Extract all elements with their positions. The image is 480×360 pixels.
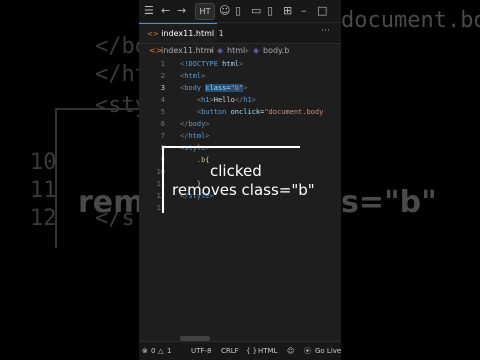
toggle-secondary-sidebar-icon[interactable]: ▯ <box>267 4 273 18</box>
more-actions-icon[interactable]: ⋯ <box>321 26 330 36</box>
encoding-indicator[interactable]: UTF-8 <box>191 342 211 360</box>
language-braces-icon: { } <box>246 347 258 355</box>
caption-line-2: removes class="b" <box>172 181 315 199</box>
tab-dirty-count: 1 <box>218 29 224 38</box>
toggle-panel-icon[interactable]: ▭ <box>251 4 261 18</box>
html-file-icon: <> <box>147 30 159 38</box>
background-left: </bo </ht <sty 10 11 12 </s rem <box>0 0 139 360</box>
breadcrumb-file[interactable]: index11.html <box>161 44 214 58</box>
maximize-icon[interactable]: □ <box>317 4 327 18</box>
line-number: 2 <box>160 72 165 80</box>
code-line: <button onclick="document.body <box>196 108 324 116</box>
code-line: </body> <box>180 120 210 128</box>
title-bar: ☰ ← → HT ☺ ▯ ▭ ▯ ⊞ – □ <box>139 0 341 23</box>
caption-line-1: clicked <box>210 162 262 180</box>
breadcrumb: <> index11.html › ◈ html › ◈ body.b <box>139 44 341 58</box>
error-icon[interactable]: ⊗ <box>142 342 148 360</box>
code-line: <body class="b"> <box>180 84 248 92</box>
command-center-search[interactable]: HT <box>195 3 215 20</box>
bg-code-style: <sty <box>95 93 139 118</box>
line-number: 5 <box>160 108 165 116</box>
toggle-sidebar-icon[interactable]: ▯ <box>235 4 241 18</box>
tab-filename: index11.html <box>161 29 215 38</box>
bg-line-10: 10 <box>30 150 57 175</box>
bg-code-body-close: </bo <box>95 34 139 59</box>
menu-icon[interactable]: ☰ <box>144 4 154 18</box>
line-number: 6 <box>160 120 165 128</box>
problems-count[interactable]: 0 <box>151 342 155 360</box>
line-number-active: 3 <box>160 84 165 92</box>
go-live-button[interactable]: Go Live <box>315 342 341 360</box>
warnings-count[interactable]: 1 <box>167 342 171 360</box>
line-number: 7 <box>160 132 165 140</box>
bg-frame-left <box>55 108 57 248</box>
warning-icon[interactable]: △ <box>158 342 163 360</box>
bg-caption-left: rem <box>78 185 139 220</box>
breadcrumb-chevron-icon: › <box>245 46 249 55</box>
minimize-icon[interactable]: – <box>301 4 307 18</box>
line-number: 1 <box>160 60 165 68</box>
go-live-icon[interactable]: ⦿ <box>304 342 311 360</box>
code-line: </html> <box>180 132 210 140</box>
status-bar: ⊗ 0 △ 1 UTF-8 CRLF { } HTML ☺ ⦿ Go Live <box>139 341 341 360</box>
breadcrumb-chevron-icon: › <box>210 46 214 55</box>
bg-code-document-body: document.body <box>341 8 480 33</box>
code-line: <!DOCTYPE html> <box>180 60 244 68</box>
customize-layout-icon[interactable]: ⊞ <box>283 4 292 18</box>
bg-line-12: 12 <box>30 206 57 231</box>
bg-code-html-close: </ht <box>95 62 139 87</box>
breadcrumb-tag[interactable]: html <box>227 44 245 58</box>
bg-frame-top <box>55 108 139 110</box>
tab-bar: <> index11.html 1 ⋯ <box>139 23 341 44</box>
eol-indicator[interactable]: CRLF <box>221 342 239 360</box>
copilot-icon[interactable]: ☺ <box>219 4 230 18</box>
tab-index11-html[interactable]: <> index11.html 1 <box>139 23 224 43</box>
breadcrumb-selector[interactable]: body.b <box>263 44 289 58</box>
code-line: <html> <box>180 72 206 80</box>
breadcrumb-element-icon: ◈ <box>217 46 224 55</box>
bg-caption-right: s="b" <box>341 185 437 220</box>
bg-line-11: 11 <box>30 178 57 203</box>
line-number: 4 <box>160 96 165 104</box>
back-arrow-icon[interactable]: ← <box>161 4 170 18</box>
copilot-status-icon[interactable]: ☺ <box>287 342 294 360</box>
background-right: document.body s="b" <box>341 0 480 360</box>
language-mode[interactable]: HTML <box>258 342 277 360</box>
code-line: <h1>Hello</h1> <box>196 96 256 104</box>
breadcrumb-element-icon: ◈ <box>253 46 260 55</box>
forward-arrow-icon[interactable]: → <box>177 4 186 18</box>
